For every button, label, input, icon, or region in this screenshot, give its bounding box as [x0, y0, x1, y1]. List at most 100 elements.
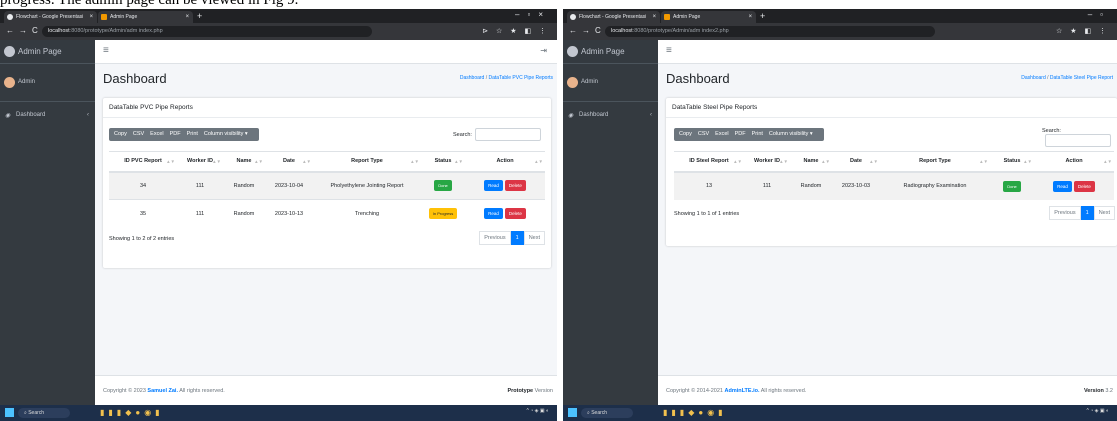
- user-panel[interactable]: Admin: [563, 64, 658, 102]
- previous-button[interactable]: Previous: [479, 231, 511, 245]
- system-tray-icons[interactable]: ^ ◔ ◈ ▣ ◐: [526, 408, 549, 414]
- footer: Copyright © 2014-2021 AdminLTE.io. All r…: [658, 375, 1117, 405]
- column-header-id[interactable]: ID PVC Report ▲▼: [109, 151, 177, 173]
- copy-button[interactable]: Copy: [679, 131, 692, 137]
- column-header-name[interactable]: Name ▲▼: [790, 151, 832, 173]
- delete-button[interactable]: Delete: [504, 208, 526, 220]
- url-input[interactable]: localhost:8080/prototype/Admin/adm index…: [42, 26, 372, 37]
- cell-report-type: Trenching: [313, 199, 421, 228]
- hamburger-icon[interactable]: ≡: [103, 45, 109, 56]
- close-tab-icon[interactable]: ×: [652, 14, 656, 20]
- table-row: 13 111 Random 2023-10-03 Radiography Exa…: [674, 171, 1114, 200]
- logout-icon[interactable]: ⇥: [540, 46, 547, 55]
- new-tab-icon[interactable]: +: [197, 11, 202, 21]
- browser-tab-admin[interactable]: Admin Page ×: [661, 11, 756, 23]
- excel-button[interactable]: Excel: [150, 131, 163, 137]
- column-visibility-button[interactable]: Column visibility ▾: [769, 131, 813, 137]
- browser-tab-bar: Flowchart - Google Presentasi × Admin Pag…: [563, 9, 1117, 23]
- browser-tab-flowchart[interactable]: Flowchart - Google Presentasi ×: [567, 11, 660, 23]
- cell-report-type: Pholyethylene Jointing Report: [313, 171, 421, 200]
- excel-button[interactable]: Excel: [715, 131, 728, 137]
- extensions-icons[interactable]: ⊳ ☆ ★ ◧ ⋮: [482, 27, 549, 35]
- column-header-worker[interactable]: Worker ID ▲▼: [177, 151, 223, 173]
- sidebar-item-dashboard[interactable]: ◉ Dashboard ‹: [563, 102, 658, 119]
- next-button[interactable]: Next: [523, 231, 545, 245]
- cell-action: Read Delete: [1034, 171, 1114, 200]
- close-tab-icon[interactable]: ×: [185, 14, 189, 20]
- address-bar: ←→C localhost:8080/prototype/Admin/adm i…: [0, 23, 557, 40]
- column-header-date[interactable]: Date ▲▼: [265, 151, 313, 173]
- windows-start-icon[interactable]: [5, 408, 14, 417]
- column-header-report-type[interactable]: Report Type ▲▼: [313, 151, 421, 173]
- browser-tab-admin[interactable]: Admin Page ×: [98, 11, 193, 23]
- column-header-date[interactable]: Date ▲▼: [832, 151, 880, 173]
- favicon-icon: [101, 14, 107, 20]
- pdf-button[interactable]: PDF: [170, 131, 181, 137]
- taskbar-search[interactable]: ⌕ Search: [581, 408, 633, 418]
- read-button[interactable]: Read: [484, 180, 503, 192]
- read-button[interactable]: Read: [484, 208, 503, 220]
- pagination: Previous 1 Next: [479, 231, 545, 245]
- browser-tab-flowchart[interactable]: Flowchart - Google Presentasi ×: [4, 11, 97, 23]
- column-header-status[interactable]: Status ▲▼: [421, 151, 465, 173]
- column-visibility-button[interactable]: Column visibility ▾: [204, 131, 248, 137]
- next-button[interactable]: Next: [1093, 206, 1115, 220]
- brand-link[interactable]: Admin Page: [0, 40, 95, 64]
- delete-button[interactable]: Delete: [504, 180, 526, 192]
- new-tab-icon[interactable]: +: [760, 11, 765, 21]
- hamburger-icon[interactable]: ≡: [666, 45, 672, 56]
- footer-link[interactable]: Samuel Zai.: [147, 388, 178, 394]
- sort-icon: ▲▼: [979, 159, 988, 164]
- column-header-worker[interactable]: Worker ID ▲▼: [744, 151, 790, 173]
- csv-button[interactable]: CSV: [698, 131, 709, 137]
- copy-button[interactable]: Copy: [114, 131, 127, 137]
- system-tray-icons[interactable]: ^ ◔ ◈ ▣ ◐: [1086, 408, 1109, 414]
- browser-tab-bar: Flowchart - Google Presentasi × Admin Pag…: [0, 9, 557, 23]
- column-header-action[interactable]: Action ▲▼: [465, 151, 545, 173]
- column-header-name[interactable]: Name ▲▼: [223, 151, 265, 173]
- close-tab-icon[interactable]: ×: [748, 14, 752, 20]
- close-tab-icon[interactable]: ×: [89, 14, 93, 20]
- page-1-button[interactable]: 1: [1080, 206, 1094, 220]
- page-title: Dashboard: [666, 71, 730, 86]
- search-input[interactable]: [1045, 134, 1111, 147]
- column-header-action[interactable]: Action ▲▼: [1034, 151, 1114, 173]
- print-button[interactable]: Print: [752, 131, 763, 137]
- page-1-button[interactable]: 1: [510, 231, 524, 245]
- taskbar-search[interactable]: ⌕ Search: [18, 408, 70, 418]
- window-controls[interactable]: –▫×: [515, 10, 551, 19]
- nav-arrows-icon[interactable]: ←→C: [6, 26, 43, 35]
- delete-button[interactable]: Delete: [1073, 180, 1095, 192]
- chevron-left-icon: ‹: [87, 112, 89, 118]
- pdf-button[interactable]: PDF: [735, 131, 746, 137]
- taskbar: ⌕ Search ▮▮▮◆●◉▮ ^ ◔ ◈ ▣ ◐: [0, 405, 557, 421]
- window-controls[interactable]: –▫: [1088, 10, 1111, 19]
- previous-button[interactable]: Previous: [1049, 206, 1081, 220]
- csv-button[interactable]: CSV: [133, 131, 144, 137]
- cell-worker: 111: [177, 199, 223, 228]
- status-badge: In Progress: [428, 208, 458, 220]
- cell-action: Read Delete: [465, 171, 545, 200]
- breadcrumb-home[interactable]: Dashboard: [1021, 75, 1045, 81]
- taskbar-apps-icons[interactable]: ▮▮▮◆●◉▮: [663, 408, 727, 417]
- print-button[interactable]: Print: [187, 131, 198, 137]
- footer-link[interactable]: AdminLTE.io.: [724, 388, 759, 394]
- column-header-report-type[interactable]: Report Type ▲▼: [880, 151, 990, 173]
- brand-link[interactable]: Admin Page: [563, 40, 658, 64]
- brand-logo-icon: [567, 46, 578, 57]
- nav-arrows-icon[interactable]: ←→C: [569, 26, 606, 35]
- top-navbar: ≡: [658, 40, 1117, 64]
- url-input[interactable]: localhost:8080/prototype/Admin/adm index…: [605, 26, 935, 37]
- export-buttons: Copy CSV Excel PDF Print Column visibility ▾: [674, 128, 824, 141]
- search-input[interactable]: [474, 128, 541, 141]
- windows-start-icon[interactable]: [568, 408, 577, 417]
- taskbar-apps-icons[interactable]: ▮▮▮◆●◉▮: [100, 408, 164, 417]
- sidebar-item-dashboard[interactable]: ◉ Dashboard ‹: [0, 102, 95, 119]
- extensions-icons[interactable]: ☆ ★ ◧ ⋮: [1056, 27, 1109, 35]
- user-panel[interactable]: Admin: [0, 64, 95, 102]
- column-header-status[interactable]: Status ▲▼: [990, 151, 1034, 173]
- column-header-id[interactable]: ID Steel Report ▲▼: [674, 151, 744, 173]
- read-button[interactable]: Read: [1053, 180, 1072, 192]
- breadcrumb-home[interactable]: Dashboard: [460, 75, 484, 81]
- top-navbar: ≡ ⇥: [95, 40, 557, 64]
